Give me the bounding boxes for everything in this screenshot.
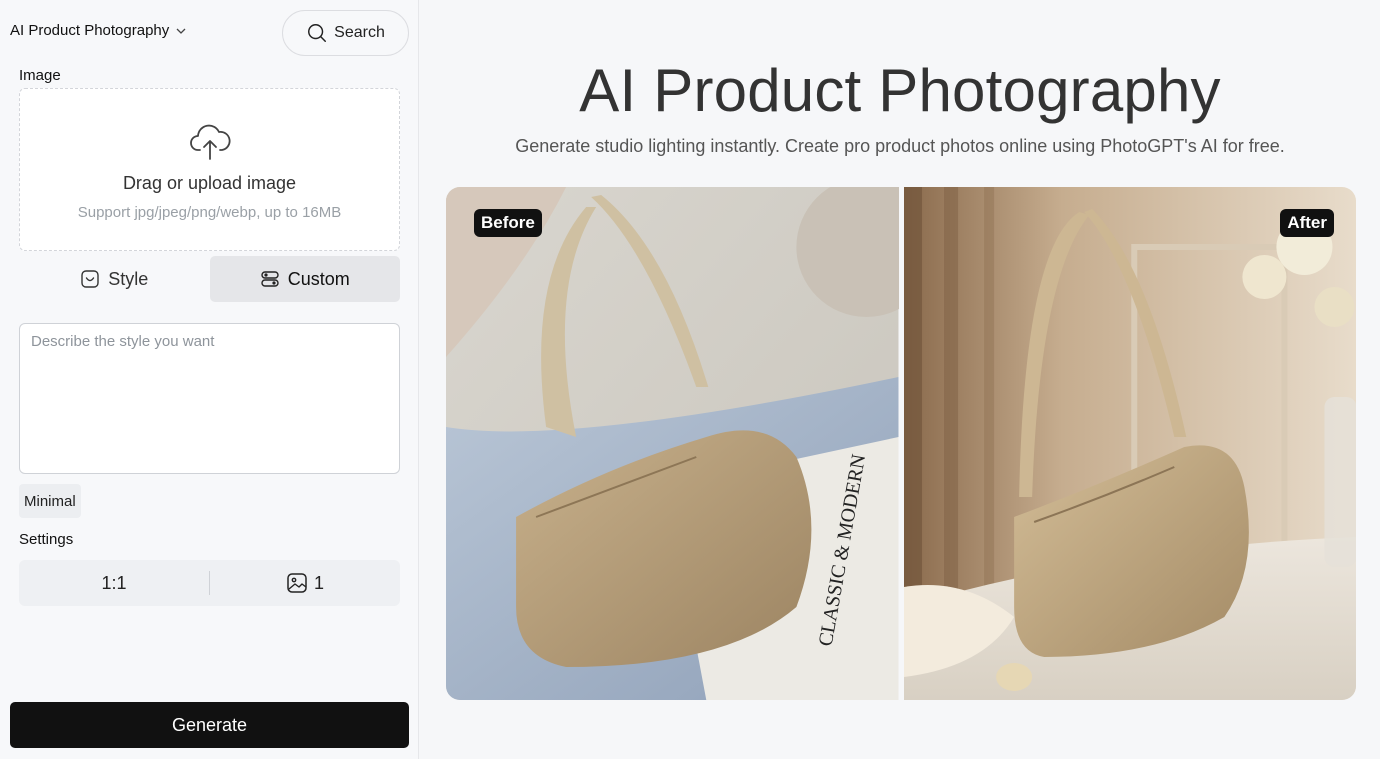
after-photo-illustration (903, 187, 1356, 700)
image-icon (287, 573, 307, 593)
chevron-down-icon (176, 28, 186, 34)
tool-selector-label: AI Product Photography (10, 22, 170, 39)
sidebar: AI Product Photography Search Image Drag… (0, 0, 419, 759)
page-subtitle: Generate studio lighting instantly. Crea… (515, 136, 1285, 156)
aspect-ratio-value: 1:1 (101, 572, 127, 593)
after-badge: After (1280, 209, 1334, 237)
sliders-icon (261, 271, 279, 287)
upload-title: Drag or upload image (122, 173, 297, 193)
generate-button[interactable]: Generate (10, 702, 409, 748)
main-content: AI Product Photography Generate studio l… (420, 0, 1380, 759)
tab-style-label: Style (108, 268, 149, 289)
cloud-upload-icon (189, 124, 230, 160)
before-badge: Before (474, 209, 542, 237)
tab-style[interactable]: Style (19, 256, 210, 302)
aspect-ratio-selector[interactable]: 1:1 (19, 573, 209, 594)
image-upload-dropzone[interactable]: Drag or upload image Support jpg/jpeg/pn… (19, 88, 400, 251)
settings-row: 1:1 1 (19, 560, 400, 606)
before-photo: CLASSIC & MODERN Before (446, 187, 899, 700)
image-section-label: Image (19, 67, 61, 84)
image-count-selector[interactable]: 1 (210, 572, 400, 594)
before-after-comparison: CLASSIC & MODERN Before After (446, 187, 1356, 700)
after-photo: After (903, 187, 1356, 700)
settings-section-label: Settings (19, 531, 74, 548)
style-chip-minimal[interactable]: Minimal (19, 484, 81, 518)
page-title: AI Product Photography (579, 57, 1221, 124)
tool-selector[interactable]: AI Product Photography (10, 22, 187, 39)
style-prompt-input[interactable] (19, 323, 400, 474)
search-button[interactable]: Search (282, 10, 409, 56)
before-photo-illustration: CLASSIC & MODERN (446, 187, 899, 700)
search-label: Search (334, 24, 385, 41)
tab-custom-label: Custom (287, 268, 350, 289)
mode-tabs: Style Custom (19, 256, 400, 302)
upload-subtitle: Support jpg/jpeg/png/webp, up to 16MB (77, 204, 342, 221)
smile-frame-icon (81, 270, 99, 288)
search-icon (308, 24, 327, 42)
image-count-value: 1 (313, 572, 324, 593)
tab-custom[interactable]: Custom (209, 256, 400, 302)
